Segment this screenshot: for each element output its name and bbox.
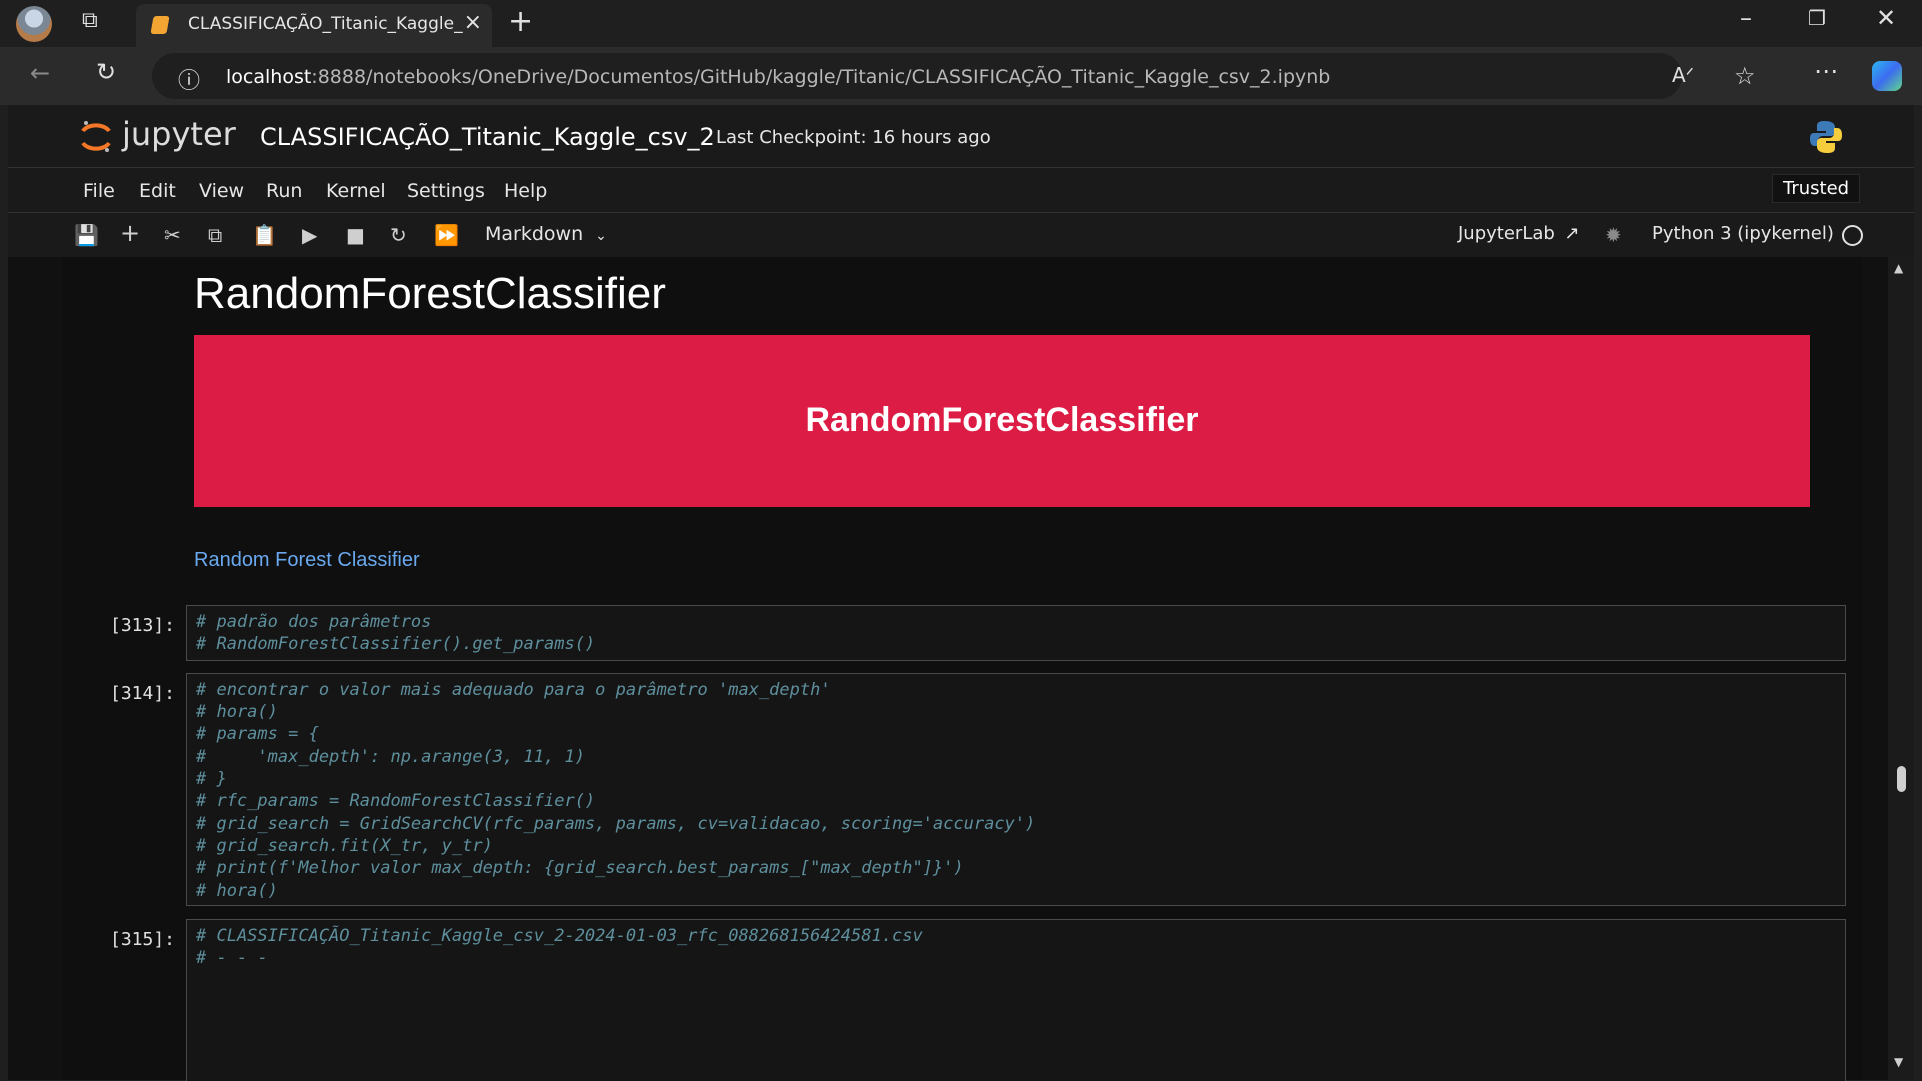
banner-title: RandomForestClassifier bbox=[805, 401, 1199, 439]
run-all-icon[interactable]: ⏩ bbox=[434, 223, 459, 247]
python-logo-icon bbox=[1808, 119, 1844, 159]
copy-icon[interactable]: ⧉ bbox=[208, 223, 222, 247]
code-line: # grid_search.fit(X_tr, y_tr) bbox=[196, 836, 493, 856]
debugger-bug-icon[interactable]: ✹ bbox=[1605, 223, 1622, 247]
code-line: # - - - bbox=[196, 948, 268, 968]
code-line: # params = { bbox=[196, 724, 319, 744]
cell-type-value: Markdown bbox=[485, 223, 584, 245]
code-line: # 'max_depth': np.arange(3, 11, 1) bbox=[196, 747, 585, 767]
banner-block: RandomForestClassifier bbox=[194, 335, 1810, 507]
browser-tab-active[interactable]: CLASSIFICAÇÃO_Titanic_Kaggle_ × bbox=[136, 4, 492, 47]
read-aloud-icon[interactable]: Aᐟ bbox=[1672, 63, 1694, 87]
jupyterlab-link[interactable]: JupyterLab ↗ bbox=[1458, 223, 1580, 244]
cell-type-select[interactable]: Markdown ⌄ bbox=[485, 223, 607, 245]
insert-cell-icon[interactable]: + bbox=[120, 219, 140, 247]
trusted-badge[interactable]: Trusted bbox=[1772, 174, 1861, 203]
site-info-icon[interactable]: ⓘ bbox=[178, 63, 200, 95]
notebook-favicon-icon bbox=[150, 16, 170, 34]
cut-icon[interactable]: ✂ bbox=[164, 223, 181, 247]
code-line: # RandomForestClassifier().get_params() bbox=[196, 634, 596, 654]
external-link-icon: ↗ bbox=[1564, 223, 1580, 244]
browser-address-bar: ← ↻ ⓘ localhost:8888/notebooks/OneDrive/… bbox=[0, 47, 1922, 105]
code-line: # rfc_params = RandomForestClassifier() bbox=[196, 791, 596, 811]
cell-prompt: [315]: bbox=[110, 929, 176, 950]
code-line: # } bbox=[196, 769, 227, 789]
jupyter-app: jupyter CLASSIFICAÇÃO_Titanic_Kaggle_csv… bbox=[8, 105, 1914, 1081]
cell-prompt: [313]: bbox=[110, 615, 176, 636]
favorite-star-icon[interactable]: ☆ bbox=[1734, 62, 1756, 90]
notebook-area: RandomForestClassifier RandomForestClass… bbox=[8, 257, 1914, 1081]
code-line: # hora() bbox=[196, 702, 278, 722]
jupyter-header: jupyter CLASSIFICAÇÃO_Titanic_Kaggle_csv… bbox=[8, 105, 1914, 168]
chevron-down-icon: ⌄ bbox=[595, 228, 607, 244]
jupyterlab-label: JupyterLab bbox=[1458, 223, 1555, 244]
jupyter-logo-text: jupyter bbox=[122, 115, 236, 153]
menu-settings[interactable]: Settings bbox=[407, 180, 485, 202]
code-cell[interactable]: # padrão dos parâmetros # RandomForestCl… bbox=[186, 605, 1846, 661]
minimize-icon[interactable]: – bbox=[1740, 4, 1752, 32]
notebook-title[interactable]: CLASSIFICAÇÃO_Titanic_Kaggle_csv_2 bbox=[260, 123, 715, 151]
save-icon[interactable]: 💾 bbox=[74, 223, 99, 247]
code-line: # CLASSIFICAÇÃO_Titanic_Kaggle_csv_2-202… bbox=[196, 926, 923, 946]
code-line: # print(f'Melhor valor max_depth: {grid_… bbox=[196, 858, 964, 878]
jupyter-logo-icon[interactable] bbox=[80, 119, 112, 152]
kernel-status-idle-icon bbox=[1842, 225, 1863, 246]
notebook-scrollbar[interactable]: ▲ ▼ bbox=[1888, 257, 1914, 1080]
url-text: localhost:8888/notebooks/OneDrive/Docume… bbox=[226, 66, 1331, 88]
close-tab-icon[interactable]: × bbox=[464, 10, 482, 35]
menu-file[interactable]: File bbox=[83, 180, 115, 202]
menu-help[interactable]: Help bbox=[504, 180, 547, 202]
scroll-down-icon[interactable]: ▼ bbox=[1894, 1055, 1903, 1069]
tab-title: CLASSIFICAÇÃO_Titanic_Kaggle_ bbox=[188, 14, 463, 34]
restore-icon[interactable]: ❐ bbox=[1808, 6, 1826, 30]
reload-icon[interactable]: ↻ bbox=[96, 58, 116, 86]
browser-tab-bar: ⧉ CLASSIFICAÇÃO_Titanic_Kaggle_ × + – ❐ … bbox=[0, 0, 1922, 47]
scrollbar-thumb[interactable] bbox=[1897, 766, 1906, 792]
back-icon[interactable]: ← bbox=[30, 59, 50, 87]
menu-edit[interactable]: Edit bbox=[139, 180, 176, 202]
code-line: # padrão dos parâmetros bbox=[196, 612, 432, 632]
scroll-up-icon[interactable]: ▲ bbox=[1894, 261, 1903, 275]
notebook-toolbar: 💾 + ✂ ⧉ 📋 ▶ ■ ↻ ⏩ Markdown ⌄ JupyterLab … bbox=[8, 213, 1914, 258]
checkpoint-status: Last Checkpoint: 16 hours ago bbox=[716, 127, 991, 148]
markdown-heading: RandomForestClassifier bbox=[194, 269, 666, 318]
markdown-link[interactable]: Random Forest Classifier bbox=[194, 549, 420, 572]
restart-icon[interactable]: ↻ bbox=[390, 223, 407, 247]
paste-icon[interactable]: 📋 bbox=[252, 223, 277, 247]
menu-bar: File Edit View Run Kernel Settings Help … bbox=[8, 168, 1914, 213]
menu-kernel[interactable]: Kernel bbox=[326, 180, 386, 202]
close-window-icon[interactable]: ✕ bbox=[1876, 4, 1896, 32]
cell-prompt: [314]: bbox=[110, 683, 176, 704]
code-cell[interactable]: # CLASSIFICAÇÃO_Titanic_Kaggle_csv_2-202… bbox=[186, 919, 1846, 1081]
run-icon[interactable]: ▶ bbox=[302, 223, 317, 247]
code-line: # hora() bbox=[196, 881, 278, 901]
notebook-cells: RandomForestClassifier RandomForestClass… bbox=[62, 257, 1862, 1081]
new-tab-icon[interactable]: + bbox=[508, 4, 533, 39]
code-cell[interactable]: # encontrar o valor mais adequado para o… bbox=[186, 673, 1846, 906]
kernel-name[interactable]: Python 3 (ipykernel) bbox=[1652, 223, 1834, 244]
stop-icon[interactable]: ■ bbox=[346, 223, 365, 247]
copilot-icon[interactable] bbox=[1872, 61, 1902, 91]
code-line: # grid_search = GridSearchCV(rfc_params,… bbox=[196, 814, 1036, 834]
workspaces-icon[interactable]: ⧉ bbox=[82, 8, 98, 33]
profile-avatar[interactable] bbox=[16, 6, 52, 42]
more-menu-icon[interactable]: ⋯ bbox=[1814, 57, 1838, 85]
code-line: # encontrar o valor mais adequado para o… bbox=[196, 680, 831, 700]
menu-run[interactable]: Run bbox=[266, 180, 302, 202]
url-field[interactable]: ⓘ localhost:8888/notebooks/OneDrive/Docu… bbox=[152, 53, 1756, 99]
menu-view[interactable]: View bbox=[199, 180, 244, 202]
